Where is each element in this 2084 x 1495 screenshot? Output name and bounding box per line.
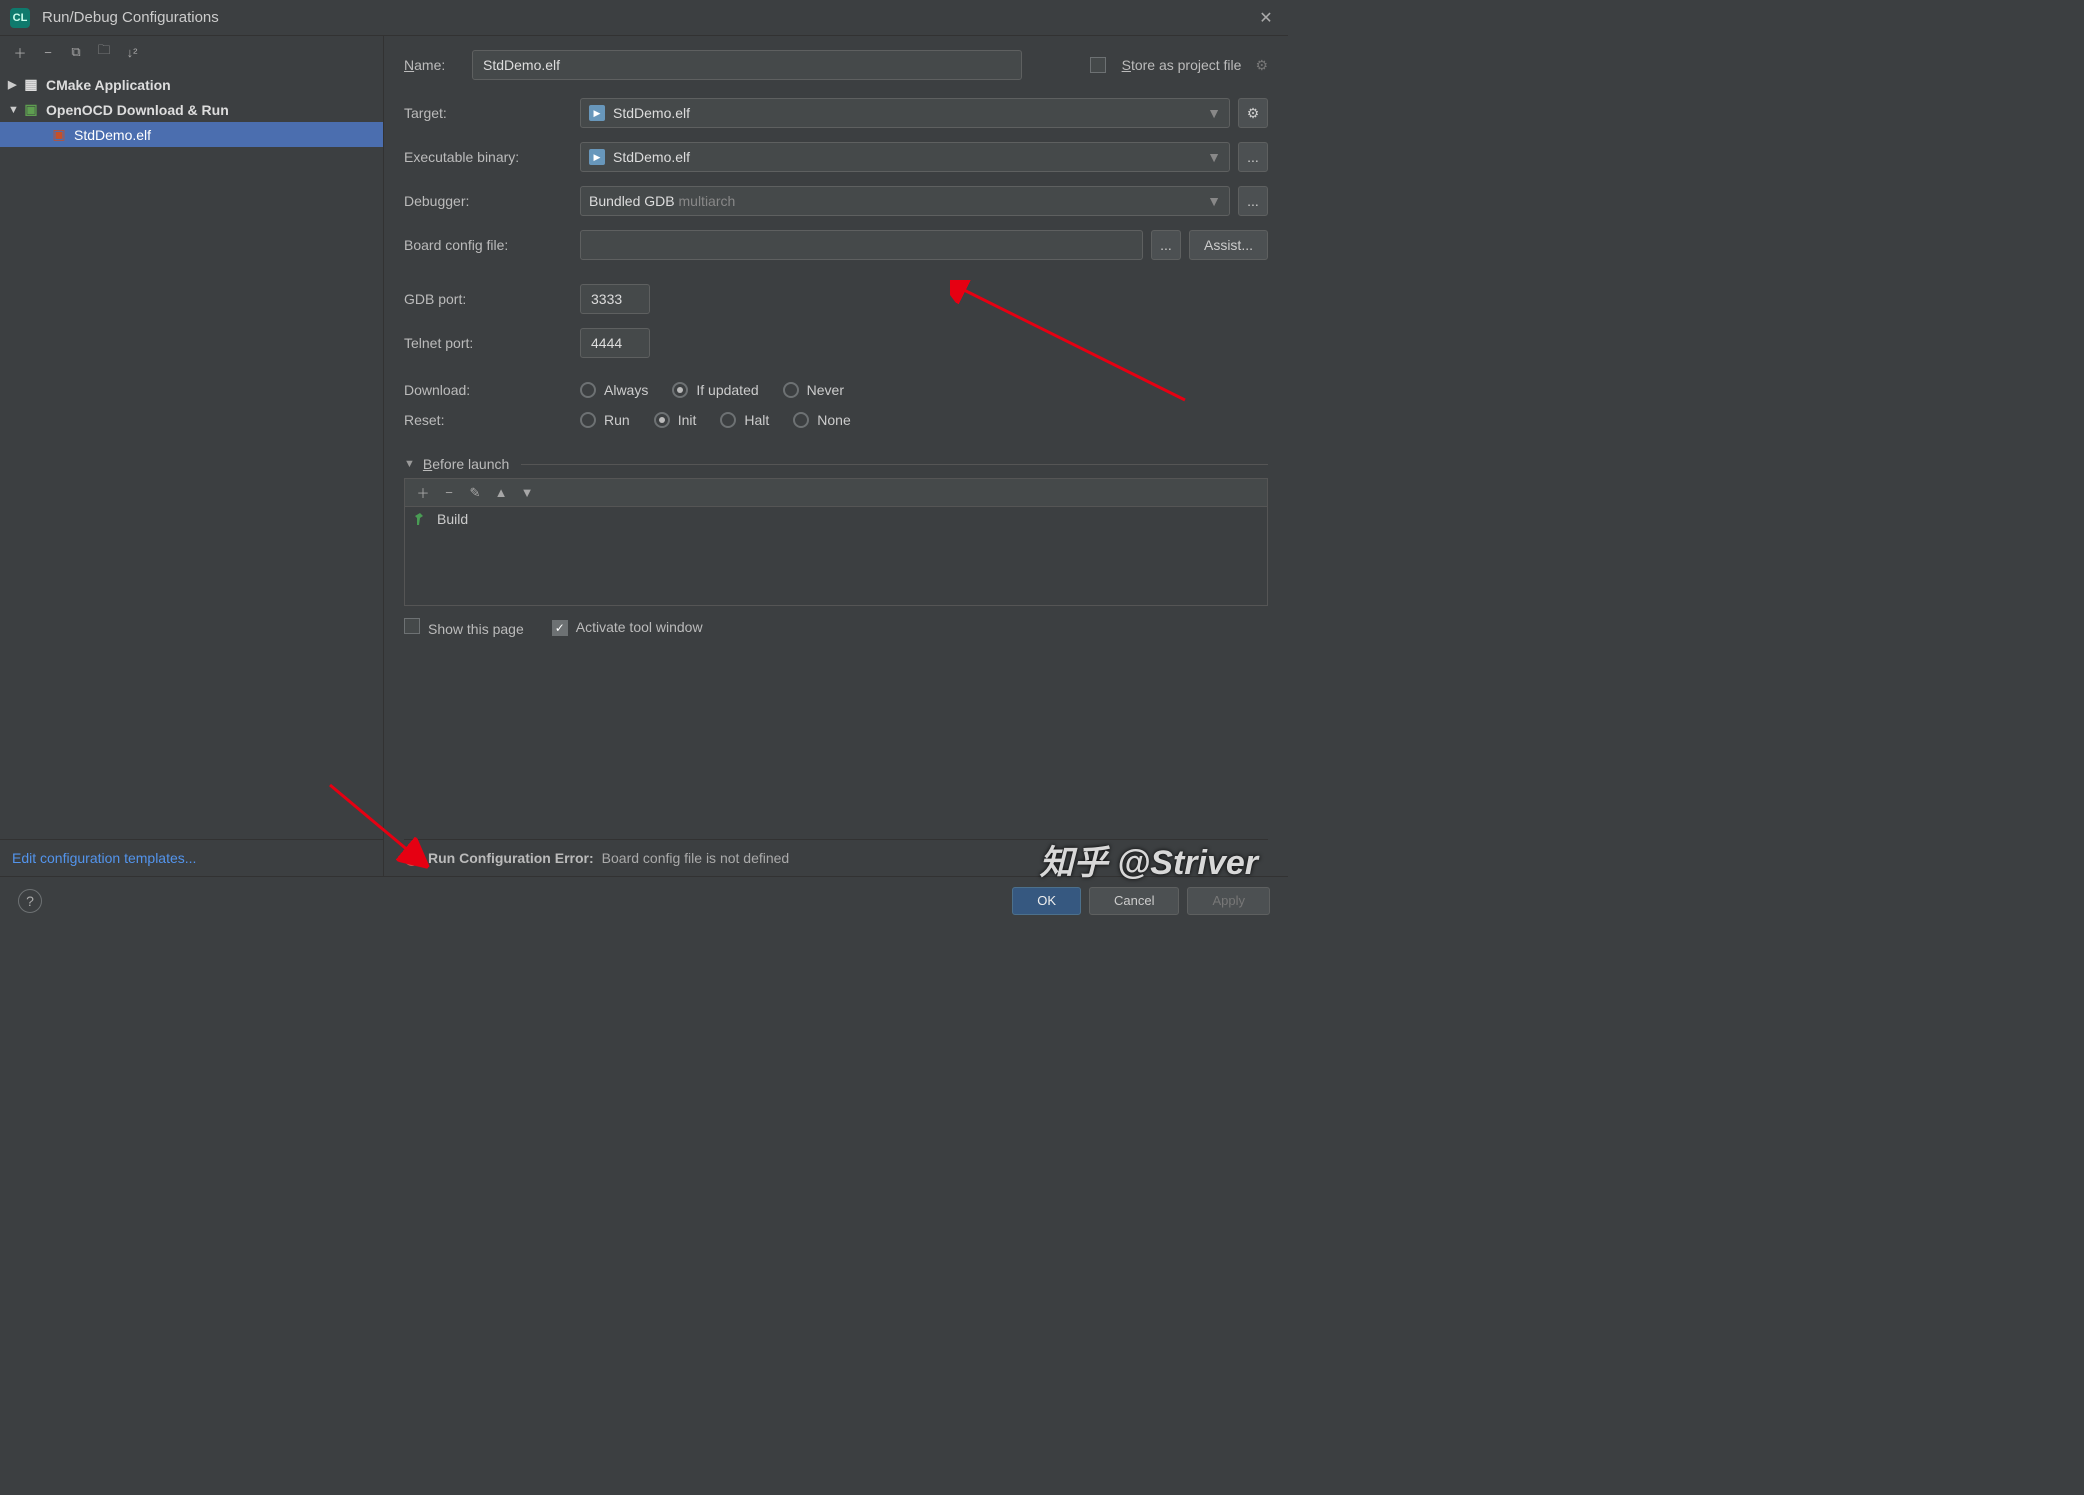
before-launch-toolbar: ＋ − ✎ ▲ ▼ — [405, 479, 1267, 507]
run-icon: ▶ — [589, 149, 605, 165]
cancel-button[interactable]: Cancel — [1089, 887, 1179, 915]
tree-node-label: CMake Application — [46, 77, 171, 93]
store-checkbox[interactable] — [1090, 57, 1106, 73]
debugger-value: Bundled GDB multiarch — [589, 193, 735, 209]
show-this-page-checkbox[interactable]: Show this page — [404, 618, 524, 637]
error-icon: ! — [404, 850, 420, 866]
run-icon: ▶ — [589, 105, 605, 121]
error-title: Run Configuration Error: — [428, 850, 594, 866]
folder-config-icon[interactable]: 🗀 — [94, 42, 114, 62]
sort-config-icon[interactable]: ↓² — [122, 42, 142, 62]
target-settings-button[interactable]: ⚙ — [1238, 98, 1268, 128]
debugger-label: Debugger: — [404, 193, 580, 209]
error-message: Board config file is not defined — [602, 850, 790, 866]
debugger-select[interactable]: Bundled GDB multiarch ▼ — [580, 186, 1230, 216]
config-tree[interactable]: ▶ ▦ CMake Application ▼ ▣ OpenOCD Downlo… — [0, 68, 383, 839]
reset-none-radio[interactable]: None — [793, 412, 850, 428]
board-config-input[interactable] — [580, 230, 1143, 260]
store-as-project[interactable]: Store as project file ⚙ — [1090, 57, 1268, 74]
gear-icon: ⚙ — [1247, 105, 1260, 122]
app-icon: CL — [10, 8, 30, 28]
tree-node-label: OpenOCD Download & Run — [46, 102, 229, 118]
help-button[interactable]: ? — [18, 889, 42, 913]
gdb-port-input[interactable]: 3333 — [580, 284, 650, 314]
board-config-browse-button[interactable]: ... — [1151, 230, 1181, 260]
left-panel: ＋ − ⧉ 🗀 ↓² ▶ ▦ CMake Application ▼ ▣ Ope… — [0, 36, 384, 876]
edit-step-icon[interactable]: ✎ — [467, 485, 483, 501]
chip-icon: ▣ — [50, 127, 68, 143]
hammer-icon — [413, 511, 429, 527]
move-up-icon[interactable]: ▲ — [493, 485, 509, 500]
error-bar: ! Run Configuration Error: Board config … — [404, 839, 1268, 876]
add-config-icon[interactable]: ＋ — [10, 42, 30, 62]
name-input[interactable]: StdDemo.elf — [472, 50, 1022, 80]
before-launch-box: ＋ − ✎ ▲ ▼ Build — [404, 478, 1268, 606]
tree-node-stddemo[interactable]: ▣ StdDemo.elf — [0, 122, 383, 147]
executable-browse-button[interactable]: ... — [1238, 142, 1268, 172]
target-select[interactable]: ▶ StdDemo.elf ▼ — [580, 98, 1230, 128]
debugger-browse-button[interactable]: ... — [1238, 186, 1268, 216]
activate-tool-window-checkbox[interactable]: ✓Activate tool window — [552, 619, 703, 636]
download-radio-group: Always If updated Never — [580, 382, 844, 398]
telnet-port-input[interactable]: 4444 — [580, 328, 650, 358]
name-label: Name: — [404, 57, 472, 73]
target-value: StdDemo.elf — [613, 105, 690, 121]
executable-select[interactable]: ▶ StdDemo.elf ▼ — [580, 142, 1230, 172]
before-launch-section[interactable]: ▼ Before launch — [404, 456, 1268, 472]
download-label: Download: — [404, 382, 580, 398]
chevron-down-icon: ▼ — [1207, 105, 1221, 121]
tree-node-label: StdDemo.elf — [74, 127, 151, 143]
telnet-port-value: 4444 — [591, 335, 622, 351]
download-ifupdated-radio[interactable]: If updated — [672, 382, 758, 398]
dialog-title: Run/Debug Configurations — [42, 9, 1254, 26]
chevron-down-icon: ▼ — [1207, 193, 1221, 209]
reset-label: Reset: — [404, 412, 580, 428]
before-launch-item-build[interactable]: Build — [405, 507, 1267, 531]
reset-init-radio[interactable]: Init — [654, 412, 697, 428]
ok-button[interactable]: OK — [1012, 887, 1081, 915]
reset-run-radio[interactable]: Run — [580, 412, 630, 428]
chevron-down-icon: ▼ — [8, 104, 22, 116]
gdb-port-label: GDB port: — [404, 291, 580, 307]
before-launch-item-label: Build — [437, 511, 468, 527]
apply-button[interactable]: Apply — [1187, 887, 1270, 915]
chevron-right-icon: ▶ — [8, 78, 22, 91]
close-icon[interactable]: ✕ — [1254, 6, 1278, 30]
download-always-radio[interactable]: Always — [580, 382, 648, 398]
tree-node-cmake-app[interactable]: ▶ ▦ CMake Application — [0, 72, 383, 97]
right-panel: Name: StdDemo.elf Store as project file … — [384, 36, 1288, 876]
target-label: Target: — [404, 105, 580, 121]
assist-button[interactable]: Assist... — [1189, 230, 1268, 260]
edit-templates-link[interactable]: Edit configuration templates... — [12, 850, 196, 866]
gear-icon[interactable]: ⚙ — [1255, 57, 1268, 74]
tree-toolbar: ＋ − ⧉ 🗀 ↓² — [0, 36, 383, 68]
chevron-down-icon: ▼ — [1207, 149, 1221, 165]
executable-label: Executable binary: — [404, 149, 580, 165]
title-bar: CL Run/Debug Configurations ✕ — [0, 0, 1288, 36]
cmake-icon: ▦ — [22, 77, 40, 93]
download-never-radio[interactable]: Never — [783, 382, 844, 398]
telnet-port-label: Telnet port: — [404, 335, 580, 351]
gdb-port-value: 3333 — [591, 291, 622, 307]
tree-footer: Edit configuration templates... — [0, 839, 383, 876]
move-down-icon[interactable]: ▼ — [519, 485, 535, 500]
divider — [521, 464, 1268, 465]
remove-config-icon[interactable]: − — [38, 42, 58, 62]
chip-icon: ▣ — [22, 102, 40, 118]
name-input-value: StdDemo.elf — [483, 57, 560, 73]
reset-halt-radio[interactable]: Halt — [720, 412, 769, 428]
executable-value: StdDemo.elf — [613, 149, 690, 165]
remove-step-icon[interactable]: − — [441, 485, 457, 500]
add-step-icon[interactable]: ＋ — [415, 483, 431, 502]
collapse-icon: ▼ — [404, 458, 415, 470]
tree-node-openocd[interactable]: ▼ ▣ OpenOCD Download & Run — [0, 97, 383, 122]
dialog-footer: ? OK Cancel Apply — [0, 876, 1288, 924]
copy-config-icon[interactable]: ⧉ — [66, 42, 86, 62]
reset-radio-group: Run Init Halt None — [580, 412, 851, 428]
board-config-label: Board config file: — [404, 237, 580, 253]
